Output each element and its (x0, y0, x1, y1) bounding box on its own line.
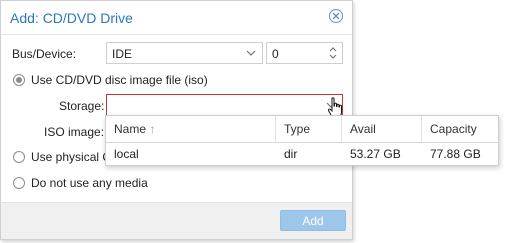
no-media-option-label: Do not use any media (31, 176, 148, 190)
no-media-radio[interactable] (13, 177, 25, 189)
device-number-value: 0 (272, 47, 279, 61)
column-header-avail[interactable]: Avail (342, 116, 422, 142)
column-header-type[interactable]: Type (276, 116, 342, 142)
column-header-capacity[interactable]: Capacity (422, 116, 500, 142)
bus-device-label: Bus/Device: (12, 47, 77, 61)
storage-name-cell: local (114, 147, 139, 161)
chevron-down-icon (246, 50, 256, 56)
storage-dropdown-header: Name ↑ Type Avail Capacity (106, 116, 498, 143)
storage-label: Storage: (59, 99, 105, 113)
storage-avail-cell: 53.27 GB (350, 147, 401, 161)
storage-type-cell: dir (284, 147, 298, 161)
dialog-titlebar: Add: CD/DVD Drive (1, 1, 352, 35)
bus-select-value: IDE (112, 47, 133, 61)
storage-select[interactable] (106, 94, 343, 116)
iso-radio[interactable] (13, 74, 25, 86)
storage-dropdown-list: Name ↑ Type Avail Capacity local dir 53.… (105, 115, 499, 166)
dialog-title: Add: CD/DVD Drive (10, 10, 133, 26)
physical-drive-option-label: Use physical C (31, 150, 112, 164)
dialog-footer: Add (1, 202, 352, 239)
spinner-icon[interactable] (328, 45, 338, 61)
physical-drive-radio[interactable] (13, 151, 25, 163)
device-number-stepper[interactable]: 0 (266, 42, 343, 64)
bus-select[interactable]: IDE (106, 42, 263, 64)
close-icon[interactable] (329, 9, 343, 23)
iso-image-label: ISO image: (44, 125, 105, 139)
add-button[interactable]: Add (280, 210, 346, 231)
iso-option-label: Use CD/DVD disc image file (iso) (31, 73, 208, 87)
storage-capacity-cell: 77.88 GB (430, 147, 481, 161)
column-header-name[interactable]: Name ↑ (106, 116, 276, 142)
column-header-name-label: Name (114, 122, 147, 136)
storage-list-item[interactable]: local dir 53.27 GB 77.88 GB (106, 143, 498, 166)
sort-ascending-icon: ↑ (149, 122, 156, 136)
